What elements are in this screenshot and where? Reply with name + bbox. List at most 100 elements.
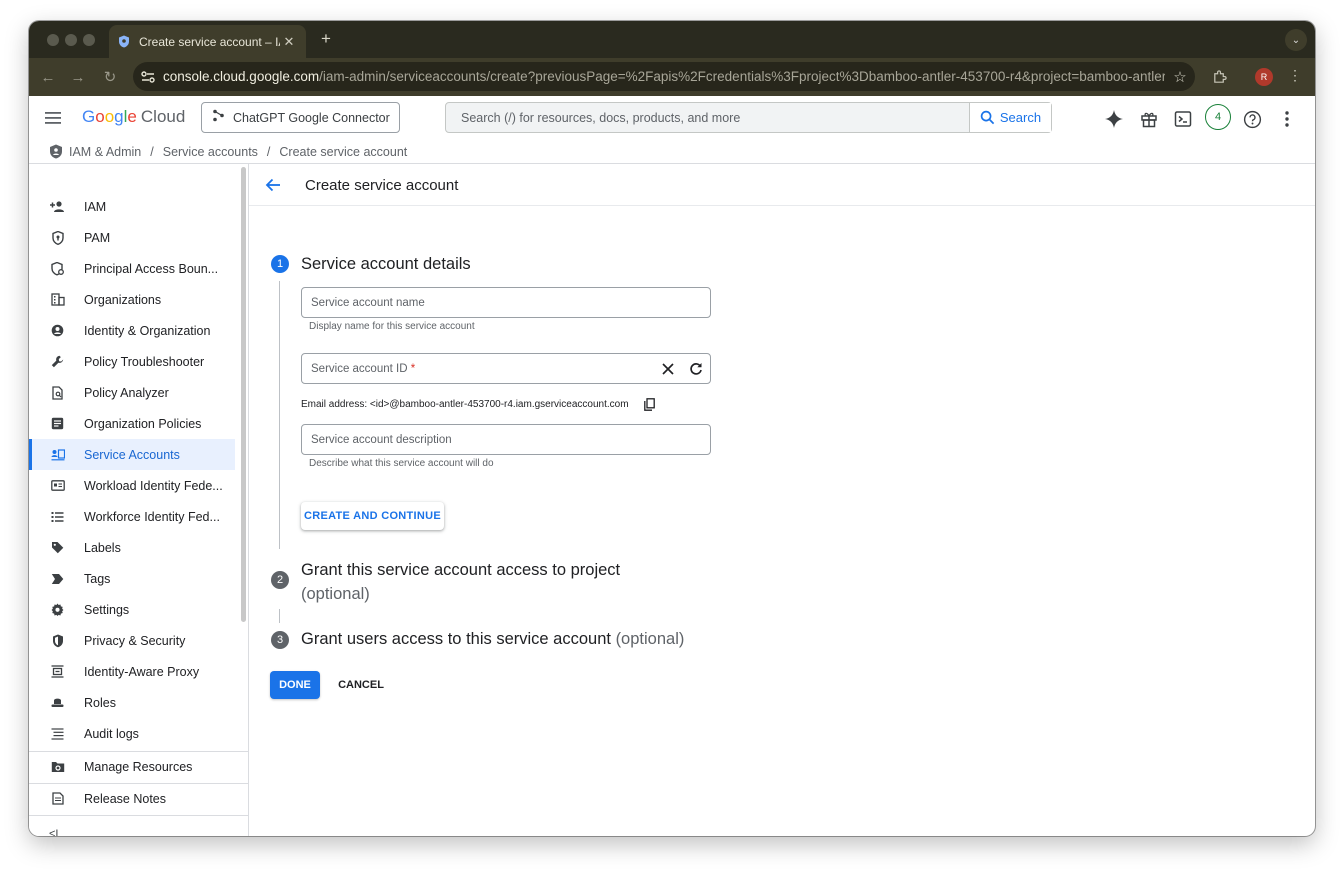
- sidebar-item-label: Labels: [84, 540, 121, 555]
- minimize-window-button[interactable]: [65, 34, 77, 46]
- sidebar-item-label: Policy Troubleshooter: [84, 354, 205, 369]
- tab-search-icon[interactable]: ⌄: [1285, 29, 1307, 51]
- sidebar-item-label: Workforce Identity Fed...: [84, 509, 220, 524]
- sidebar-item-organizations[interactable]: Organizations: [29, 284, 235, 315]
- service-account-name-input[interactable]: Service account name: [302, 297, 710, 309]
- sidebar-item-labels[interactable]: Labels: [29, 532, 235, 563]
- sidebar-scrollbar[interactable]: [241, 167, 246, 622]
- sidebar-item-label: Principal Access Boun...: [84, 261, 219, 276]
- sidebar-item-workload-identity-federation[interactable]: Workload Identity Fede...: [29, 470, 235, 501]
- sidebar-item-label: Privacy & Security: [84, 633, 186, 648]
- sidebar-item-iam[interactable]: IAM: [29, 191, 235, 222]
- sidebar-item-workforce-identity-federation[interactable]: Workforce Identity Fed...: [29, 501, 235, 532]
- service-account-id-input[interactable]: Service account ID *: [302, 363, 654, 375]
- cancel-button[interactable]: CANCEL: [335, 671, 387, 699]
- tab-strip: Create service account – IAM ✕ + ⌄: [29, 21, 1315, 58]
- url-path: /iam-admin/serviceaccounts/create?previo…: [319, 69, 1165, 84]
- service-account-name-field[interactable]: Service account name: [301, 287, 711, 318]
- sidebar-item-policy-troubleshooter[interactable]: Policy Troubleshooter: [29, 346, 235, 377]
- sidebar-item-label: Audit logs: [84, 726, 139, 741]
- bookmark-star-icon[interactable]: ☆: [1165, 68, 1195, 86]
- sidebar-item-roles[interactable]: Roles: [29, 687, 235, 718]
- tab-close-icon[interactable]: ✕: [280, 34, 298, 50]
- sidebar-item-audit-logs[interactable]: Audit logs: [29, 718, 235, 749]
- help-icon[interactable]: [1241, 108, 1263, 130]
- sidebar-item-label: Workload Identity Fede...: [84, 478, 223, 493]
- tag-icon: [50, 571, 65, 586]
- forward-nav-icon[interactable]: →: [68, 67, 88, 87]
- project-picker[interactable]: ChatGPT Google Connector: [201, 102, 400, 133]
- refresh-icon[interactable]: [682, 362, 710, 376]
- sidebar-item-service-accounts[interactable]: Service Accounts: [29, 439, 235, 470]
- gemini-sparkle-icon[interactable]: [1103, 108, 1125, 130]
- back-nav-icon[interactable]: ←: [38, 67, 58, 87]
- collapse-sidebar-button[interactable]: <I: [49, 828, 65, 836]
- more-options-icon[interactable]: [1276, 108, 1298, 130]
- profile-avatar[interactable]: R: [1255, 68, 1273, 86]
- sidebar-item-manage-resources[interactable]: Manage Resources: [29, 751, 248, 782]
- new-tab-button[interactable]: +: [316, 29, 336, 49]
- breadcrumb-iam-admin[interactable]: IAM & Admin: [69, 145, 141, 159]
- site-info-icon[interactable]: [133, 70, 163, 83]
- hat-icon: [50, 695, 65, 710]
- cloud-shell-terminal-icon[interactable]: [1172, 108, 1194, 130]
- google-cloud-logo[interactable]: Google Cloud: [82, 107, 185, 127]
- create-and-continue-button[interactable]: CREATE AND CONTINUE: [301, 502, 444, 530]
- close-window-button[interactable]: [47, 34, 59, 46]
- shield-key-icon: [50, 230, 65, 245]
- sidebar-item-policy-analyzer[interactable]: Policy Analyzer: [29, 377, 235, 408]
- security-shield-icon: [50, 633, 65, 648]
- sidebar-item-principal-access-boundary[interactable]: Principal Access Boun...: [29, 253, 235, 284]
- sidebar-item-identity-aware-proxy[interactable]: Identity-Aware Proxy: [29, 656, 235, 687]
- hamburger-menu-icon[interactable]: [43, 108, 63, 128]
- notes-icon: [50, 791, 65, 806]
- address-bar[interactable]: console.cloud.google.com/iam-admin/servi…: [133, 62, 1195, 91]
- console-header: Google Cloud ChatGPT Google Connector Sea…: [29, 96, 1315, 140]
- tab-title: Create service account – IAM: [139, 34, 280, 49]
- done-button[interactable]: DONE: [270, 671, 320, 699]
- sidebar-item-settings[interactable]: Settings: [29, 594, 235, 625]
- account-circle-icon: [50, 323, 65, 338]
- project-name: ChatGPT Google Connector: [233, 110, 390, 125]
- list-icon: [50, 509, 65, 524]
- extensions-puzzle-icon[interactable]: [1209, 67, 1229, 87]
- folder-gear-icon: [50, 759, 65, 774]
- browser-tab-active[interactable]: Create service account – IAM ✕: [109, 25, 306, 58]
- reload-icon[interactable]: ↻: [100, 67, 120, 87]
- step-2-title-text: Grant this service account access to pro…: [301, 561, 621, 579]
- service-account-id-field[interactable]: Service account ID *: [301, 353, 711, 384]
- sidebar: IAM PAM Principal Access Boun... Organiz…: [29, 164, 249, 836]
- sidebar-item-label: Release Notes: [84, 791, 166, 806]
- sidebar-item-tags[interactable]: Tags: [29, 563, 235, 594]
- email-address-line: Email address: <id>@bamboo-antler-453700…: [301, 397, 657, 411]
- required-asterisk: *: [410, 362, 416, 375]
- sidebar-item-label: Roles: [84, 695, 116, 710]
- console-search[interactable]: Search (/) for resources, docs, products…: [445, 102, 1052, 133]
- sidebar-item-label: IAM: [84, 199, 107, 214]
- service-account-description-field[interactable]: Service account description: [301, 424, 711, 455]
- gift-icon[interactable]: [1138, 108, 1160, 130]
- sidebar-item-pam[interactable]: PAM: [29, 222, 235, 253]
- browser-menu-icon[interactable]: ⋮: [1287, 67, 1303, 87]
- document-search-icon: [50, 385, 65, 400]
- maximize-window-button[interactable]: [83, 34, 95, 46]
- label-icon: [50, 540, 65, 555]
- sidebar-item-label: Organization Policies: [84, 416, 202, 431]
- clear-x-icon[interactable]: [654, 362, 682, 375]
- search-input[interactable]: Search (/) for resources, docs, products…: [446, 111, 969, 125]
- policy-shield-icon: [50, 261, 65, 276]
- step-2-indicator: 2: [271, 571, 289, 589]
- wrench-icon: [50, 354, 65, 369]
- back-arrow-icon[interactable]: [264, 176, 282, 194]
- sidebar-item-organization-policies[interactable]: Organization Policies: [29, 408, 235, 439]
- sidebar-item-label: Service Accounts: [84, 447, 180, 462]
- breadcrumb-service-accounts[interactable]: Service accounts: [163, 145, 258, 159]
- copy-icon[interactable]: [643, 397, 657, 411]
- sidebar-item-privacy-security[interactable]: Privacy & Security: [29, 625, 235, 656]
- sidebar-item-identity-organization[interactable]: Identity & Organization: [29, 315, 235, 346]
- notifications-badge[interactable]: 4: [1205, 104, 1231, 130]
- service-account-description-input[interactable]: Service account description: [302, 434, 710, 446]
- sidebar-item-release-notes[interactable]: Release Notes: [29, 783, 248, 814]
- search-button[interactable]: Search: [969, 103, 1051, 132]
- sidebar-item-label: Organizations: [84, 292, 162, 307]
